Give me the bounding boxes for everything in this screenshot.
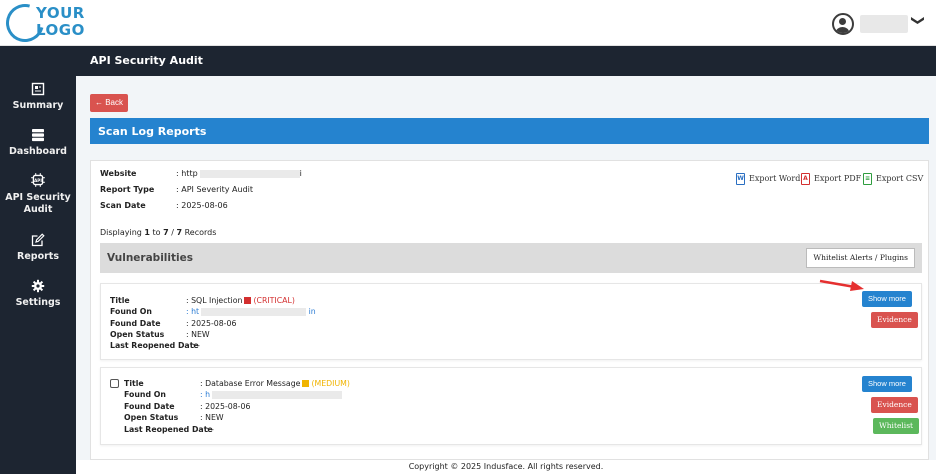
section-header: Scan Log Reports <box>90 118 929 144</box>
top-header: YOUR LOGO ❯ <box>0 0 936 49</box>
sidebar: Summary Dashboard API API Security Audit <box>0 46 76 474</box>
whitelist-alerts-button[interactable]: Whitelist Alerts / Plugins <box>806 248 915 268</box>
website-redacted <box>199 169 300 178</box>
export-pdf-link[interactable]: A Export PDF <box>801 173 861 185</box>
sidebar-item-settings[interactable]: Settings <box>0 279 76 309</box>
evidence-button[interactable]: Evidence <box>871 312 918 328</box>
main-content: ← Back Scan Log Reports Website : http i … <box>76 76 936 460</box>
pdf-file-icon: A <box>801 173 810 185</box>
summary-icon <box>31 82 45 96</box>
user-avatar-icon[interactable] <box>832 13 854 35</box>
csv-file-icon: ≡ <box>863 173 872 185</box>
chevron-down-icon[interactable]: ❯ <box>910 15 925 26</box>
website-label: Website <box>100 169 137 178</box>
svg-text:API: API <box>34 178 42 183</box>
api-icon: API <box>31 173 45 187</box>
vuln-title: : Database Error Message <box>200 379 301 388</box>
select-checkbox[interactable] <box>110 379 119 388</box>
logo-text: YOUR LOGO <box>36 5 85 39</box>
page-title-bar: API Security Audit <box>76 46 936 76</box>
gear-icon <box>31 279 45 293</box>
show-more-button[interactable]: Show more <box>862 291 912 307</box>
found-on-link[interactable]: : ht in <box>186 307 316 316</box>
page-title: API Security Audit <box>90 54 203 67</box>
sidebar-label-reports: Reports <box>17 251 59 262</box>
back-button[interactable]: ← Back <box>90 94 129 112</box>
url-redacted <box>201 308 307 316</box>
sidebar-label-settings: Settings <box>15 297 61 308</box>
sidebar-label-summary: Summary <box>12 100 64 111</box>
logo-line1: YOUR <box>36 4 85 22</box>
vulnerabilities-title: Vulnerabilities <box>107 252 193 264</box>
url-redacted <box>212 391 343 399</box>
vulnerability-item: Title : SQL Injection (CRITICAL) Found On… <box>100 283 922 360</box>
sidebar-item-reports[interactable]: Reports <box>0 233 76 263</box>
scan-date-value: : 2025-08-06 <box>176 201 228 210</box>
website-value: : http i <box>176 169 302 178</box>
report-type-label: Report Type <box>100 185 155 194</box>
show-more-button[interactable]: Show more <box>862 376 912 392</box>
word-file-icon: W <box>736 173 745 185</box>
severity-label: (MEDIUM) <box>311 379 350 388</box>
annotation-arrow-icon <box>819 279 864 291</box>
sidebar-item-summary[interactable]: Summary <box>0 82 76 112</box>
export-word-link[interactable]: W Export Word <box>736 173 800 185</box>
dashboard-icon <box>32 129 44 142</box>
logo[interactable]: YOUR LOGO <box>0 0 96 49</box>
report-type-value: : API Severity Audit <box>176 185 253 194</box>
section-title: Scan Log Reports <box>98 125 207 138</box>
medium-severity-icon <box>302 380 310 387</box>
found-on-link[interactable]: : h <box>200 390 343 399</box>
critical-severity-icon <box>244 297 252 304</box>
logo-line2: LOGO <box>36 21 85 39</box>
sidebar-item-api-security-audit[interactable]: API API Security Audit <box>0 172 76 216</box>
sidebar-item-dashboard[interactable]: Dashboard <box>0 128 76 158</box>
severity-label: (CRITICAL) <box>253 296 295 305</box>
sidebar-label-dashboard: Dashboard <box>9 146 67 157</box>
edit-icon <box>31 233 45 247</box>
sidebar-label-api-security-audit: API Security Audit <box>5 192 71 215</box>
report-card: Website : http i Report Type : API Severi… <box>90 160 929 460</box>
user-name-redacted <box>860 15 908 33</box>
user-menu[interactable]: ❯ <box>832 12 925 36</box>
evidence-button[interactable]: Evidence <box>871 397 918 413</box>
export-csv-link[interactable]: ≡ Export CSV <box>863 173 923 185</box>
vuln-title: : SQL Injection <box>186 296 243 305</box>
scan-date-label: Scan Date <box>100 201 146 210</box>
footer: Copyright © 2025 Indusface. All rights r… <box>76 460 936 474</box>
whitelist-button[interactable]: Whitelist <box>873 418 920 434</box>
vulnerabilities-header: Vulnerabilities Whitelist Alerts / Plugi… <box>100 243 922 273</box>
vulnerability-item: Title : Database Error Message (MEDIUM) F… <box>100 367 922 445</box>
records-count: Displaying 1 to 7 / 7 Records <box>100 228 217 237</box>
